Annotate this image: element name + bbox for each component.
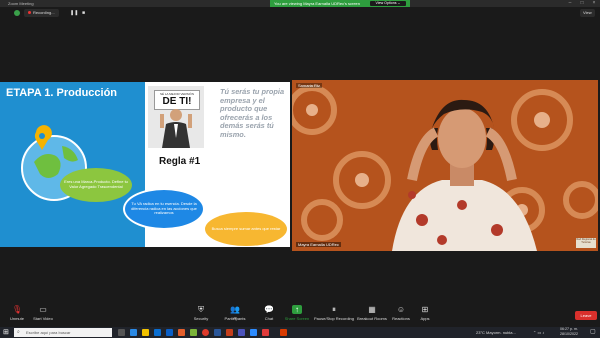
breakout-label: Breakout Rooms <box>357 316 387 321</box>
acrobat-icon[interactable] <box>262 329 269 336</box>
teams-icon[interactable] <box>238 329 245 336</box>
search-icon: ⌕ <box>17 329 20 335</box>
start-video-button[interactable]: ▭ Start Video <box>32 305 54 321</box>
meeting-toolbar: 🎙 Unmute ▭ Start Video ⛨ Security 👥27 Partic… <box>0 303 600 327</box>
bubble-yellow: Busca siempre sumar antes que restar <box>205 212 287 246</box>
rule-heading: Regla #1 <box>159 156 201 167</box>
apps-label: Apps <box>420 316 430 321</box>
share-screen-button[interactable]: ↑ Share Screen <box>284 305 310 321</box>
stop-icon[interactable]: ■ <box>82 9 90 17</box>
participant-top-name: Samaria Rtz <box>296 83 323 88</box>
participants-button[interactable]: 👥27 Participants <box>222 305 248 321</box>
chat-icon: 💬 <box>264 305 274 314</box>
motivational-photo: SÉ LA MEJOR VERSIÓN DE TI! <box>148 86 204 148</box>
pause-record-icon: ⏸ <box>332 305 336 314</box>
participants-label: Participants <box>224 316 246 321</box>
task-view-icon[interactable] <box>118 329 125 336</box>
unmute-button[interactable]: 🎙 Unmute <box>6 305 28 321</box>
recording-label: Recording... <box>33 10 55 15</box>
reactions-label: Reactions <box>392 316 410 321</box>
taskbar-clock[interactable]: 06:27 p. m. 28/10/2022 <box>560 327 578 337</box>
bubble-green: Eres una Marca-Producto. Define tu Valor… <box>60 168 132 202</box>
system-tray-icons[interactable]: ⌃ ▭ ♪ <box>533 328 544 337</box>
apps-button[interactable]: ⊞ Apps <box>416 305 434 321</box>
minimize-button[interactable]: – <box>564 0 576 7</box>
recording-bar: Recording... ❚❚ ■ View <box>0 7 600 19</box>
person-icon <box>160 109 192 148</box>
search-placeholder: Escribe aquí para buscar <box>26 330 71 335</box>
file-explorer-icon[interactable] <box>142 329 149 336</box>
participant-video[interactable]: Samaria Rtz Mayra Earnalla UDRec Red Reg… <box>292 80 598 251</box>
apps-icon: ⊞ <box>421 305 429 314</box>
store-icon[interactable] <box>154 329 161 336</box>
powerpoint-icon[interactable] <box>226 329 233 336</box>
share-message: You are viewing Mayra Earnalla UDRec's s… <box>274 1 360 6</box>
smiley-icon: ☺ <box>396 305 406 314</box>
chat-label: Chat <box>264 316 274 321</box>
office-icon[interactable] <box>178 329 185 336</box>
participants-icon: 👥27 <box>230 305 240 320</box>
edge-icon[interactable] <box>130 329 137 336</box>
gears-background <box>292 85 598 251</box>
sign-board: SÉ LA MEJOR VERSIÓN DE TI! <box>154 90 200 110</box>
maximize-button[interactable]: □ <box>576 0 588 7</box>
record-dot-icon <box>28 11 31 14</box>
view-options-button[interactable]: View Options ⌄ <box>370 1 406 6</box>
mail-icon[interactable] <box>166 329 173 336</box>
share-screen-label: Share Screen <box>284 316 310 321</box>
share-screen-icon: ↑ <box>292 305 302 314</box>
slide-quote: Tú serás tu propia empresa y el producto… <box>220 87 285 139</box>
unmute-label: Unmute <box>9 316 24 321</box>
chat-button[interactable]: 💬 Chat <box>258 305 280 321</box>
microphone-muted-icon: 🎙 <box>12 305 23 314</box>
shield-icon[interactable] <box>14 10 20 16</box>
shared-slide: ETAPA 1. Producción SÉ LA MEJOR VERSIÓN … <box>0 82 290 247</box>
screen-share-banner: You are viewing Mayra Earnalla UDRec's s… <box>270 0 410 7</box>
shield-icon: ⛨ <box>198 305 204 314</box>
recording-indicator: Recording... <box>24 9 59 17</box>
window-title: Zoom Meeting <box>8 1 34 6</box>
institution-logo: Red Regional de Tutorías <box>576 238 596 248</box>
media-icon[interactable] <box>280 329 287 336</box>
reactions-button[interactable]: ☺ Reactions <box>390 305 412 321</box>
close-button[interactable]: × <box>588 0 600 7</box>
video-camera-icon: ▭ <box>39 305 47 314</box>
start-video-label: Start Video <box>33 316 53 321</box>
weather-widget[interactable]: 23°C Mayorm. nubla... <box>476 328 516 337</box>
view-button[interactable]: View <box>580 9 595 17</box>
taskbar-search-box[interactable]: ⌕ Escribe aquí para buscar <box>14 328 112 337</box>
breakout-rooms-button[interactable]: ▦ Breakout Rooms <box>356 305 388 321</box>
security-label: Security <box>193 316 209 321</box>
windows-start-icon[interactable]: ⊞ <box>3 329 10 336</box>
opera-icon[interactable] <box>202 329 209 336</box>
participant-name-tag: Mayra Earnalla UDRec <box>296 242 341 247</box>
word-icon[interactable] <box>214 329 221 336</box>
zoom-icon[interactable] <box>250 329 257 336</box>
leave-button[interactable]: Leave <box>575 311 597 320</box>
breakout-rooms-icon: ▦ <box>368 305 376 314</box>
pause-icon[interactable]: ❚❚ <box>70 9 78 17</box>
slide-title: ETAPA 1. Producción <box>6 87 118 99</box>
pause-recording-button[interactable]: ⏸ Pause/Stop Recording <box>312 305 356 321</box>
pause-recording-label: Pause/Stop Recording <box>313 316 355 321</box>
bubble-blue: Tu VA radica en tu esencia. Desde la dif… <box>123 188 205 230</box>
clock-date: 28/10/2022 <box>560 332 578 336</box>
excel-icon[interactable] <box>190 329 197 336</box>
sign-big-text: DE TI! <box>162 96 192 107</box>
notifications-icon[interactable]: ▢ <box>590 329 597 336</box>
security-button[interactable]: ⛨ Security <box>190 305 212 321</box>
